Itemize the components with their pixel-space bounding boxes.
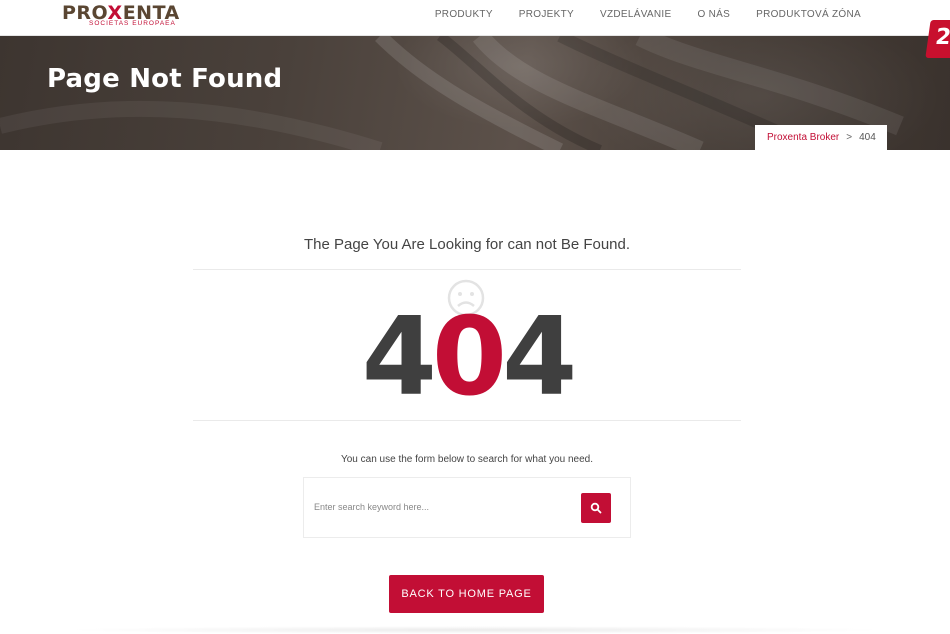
- page-hero: Page Not Found Proxenta Broker > 404: [0, 36, 950, 150]
- error-code-digit-3: 4: [502, 295, 577, 420]
- breadcrumb: Proxenta Broker > 404: [755, 125, 887, 150]
- search-icon: [590, 502, 602, 514]
- logo-tagline: SOCIETAS EUROPAEA: [89, 20, 176, 27]
- proxenta-logo[interactable]: PROXENTA SOCIETAS EUROPAEA: [62, 0, 202, 34]
- site-header: PROXENTA SOCIETAS EUROPAEA PRODUKTY PROJ…: [0, 0, 950, 36]
- search-input[interactable]: [314, 495, 564, 519]
- breadcrumb-home-link[interactable]: Proxenta Broker: [767, 132, 839, 143]
- error-code-404: 404: [0, 300, 934, 416]
- search-button[interactable]: [581, 493, 611, 523]
- search-form: [303, 477, 631, 538]
- footer-shadow: [60, 626, 890, 634]
- nav-item-produkty[interactable]: PRODUKTY: [422, 9, 506, 20]
- divider-bottom: [193, 420, 741, 421]
- nav-item-produktova-zona[interactable]: PRODUKTOVÁ ZÓNA: [743, 9, 874, 20]
- error-code-digit-1: 4: [361, 295, 437, 420]
- error-heading: The Page You Are Looking for can not Be …: [303, 236, 631, 253]
- corner-badge[interactable]: 2: [925, 20, 950, 58]
- nav-item-o-nas[interactable]: O NÁS: [684, 9, 743, 20]
- divider-top: [193, 269, 741, 270]
- breadcrumb-separator: >: [846, 132, 853, 143]
- nav-item-projekty[interactable]: PROJEKTY: [506, 9, 587, 20]
- search-helper-text: You can use the form below to search for…: [340, 454, 593, 465]
- nav-item-vzdelavanie[interactable]: VZDELÁVANIE: [587, 9, 684, 20]
- page-title: Page Not Found: [47, 64, 283, 94]
- back-to-home-button[interactable]: BACK TO HOME PAGE: [389, 575, 544, 613]
- main-nav: PRODUKTY PROJEKTY VZDELÁVANIE O NÁS PROD…: [422, 0, 874, 28]
- error-code-digit-2: 0: [431, 295, 507, 420]
- breadcrumb-current: 404: [859, 132, 876, 143]
